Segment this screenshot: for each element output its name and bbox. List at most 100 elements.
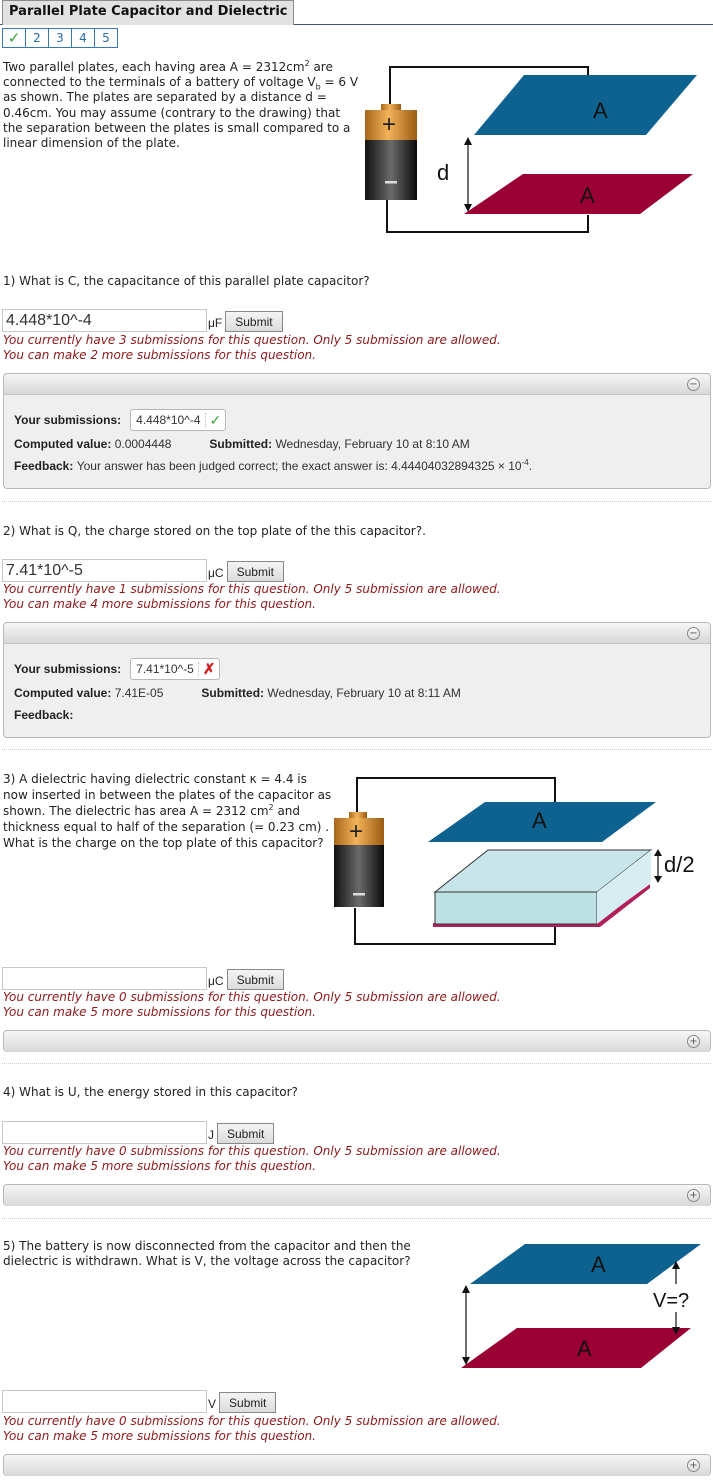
submission-value: 4.448*10^-4 bbox=[136, 413, 201, 427]
question-4-submission-count: You currently have 0 submissions for thi… bbox=[3, 1144, 501, 1158]
thickness-label: d/2 bbox=[664, 852, 695, 877]
part-1-check-icon[interactable]: ✓ bbox=[2, 28, 26, 48]
question-2-submission-panel: − Your submissions: 7.41*10^-5 ✗ Computed… bbox=[3, 622, 711, 738]
panel-header[interactable]: + bbox=[4, 1185, 710, 1206]
collapse-icon[interactable]: − bbox=[687, 627, 700, 640]
submitted-timestamp: Wednesday, February 10 at 8:10 AM bbox=[275, 437, 470, 451]
feedback-label: Feedback: bbox=[14, 708, 74, 722]
question-1-submission-count: You currently have 3 submissions for thi… bbox=[3, 333, 501, 347]
section-divider bbox=[2, 1218, 711, 1219]
question-3-submit-button[interactable]: Submit bbox=[226, 969, 284, 990]
section-divider bbox=[2, 749, 711, 750]
question-5-submit-button[interactable]: Submit bbox=[219, 1392, 277, 1413]
question-4-submission-panel: + bbox=[3, 1184, 711, 1206]
problem-title-tab[interactable]: Parallel Plate Capacitor and Dielectric bbox=[2, 0, 295, 25]
plus-label: + bbox=[382, 111, 396, 138]
cross-icon: ✗ bbox=[202, 661, 216, 678]
minus-icon bbox=[353, 893, 365, 896]
your-submissions-label: Your submissions: bbox=[14, 413, 122, 427]
panel-header[interactable]: − bbox=[4, 623, 710, 644]
question-4-remaining-submissions: You can make 5 more submissions for this… bbox=[3, 1159, 316, 1173]
part-5-tab[interactable]: 5 bbox=[94, 28, 118, 48]
panel-header[interactable]: + bbox=[4, 1031, 710, 1052]
computed-value-label: Computed value: bbox=[14, 686, 112, 700]
your-submissions-label: Your submissions: bbox=[14, 662, 122, 676]
capacitor-battery-diagram: + A A d bbox=[365, 66, 697, 233]
part-3-tab[interactable]: 3 bbox=[48, 28, 72, 48]
battery-body bbox=[334, 845, 384, 907]
arrow-head-up bbox=[464, 137, 472, 145]
question-1-answer-input[interactable] bbox=[2, 309, 207, 332]
minus-icon bbox=[385, 181, 397, 184]
question-5-unit: V bbox=[208, 1397, 217, 1411]
battery-cap bbox=[381, 104, 401, 110]
arrow-head-up bbox=[462, 1285, 470, 1293]
question-1-unit: μF bbox=[208, 316, 223, 330]
voltage-capacitor-diagram: A A d V=? bbox=[461, 1244, 701, 1368]
question-5-submission-count: You currently have 0 submissions for thi… bbox=[3, 1414, 501, 1428]
bottom-plate-label: A bbox=[577, 1336, 592, 1361]
panel-header[interactable]: − bbox=[4, 374, 710, 395]
expand-icon[interactable]: + bbox=[687, 1035, 700, 1048]
question-5-answer-row: V Submit bbox=[2, 1390, 277, 1413]
bottom-plate bbox=[461, 1328, 691, 1368]
section-divider bbox=[2, 501, 711, 502]
part-navigation: ✓ 2 3 4 5 bbox=[2, 28, 118, 48]
question-1-remaining-submissions: You can make 2 more submissions for this… bbox=[3, 348, 316, 362]
question-2-submit-button[interactable]: Submit bbox=[226, 561, 284, 582]
part-4-tab[interactable]: 4 bbox=[71, 28, 95, 48]
computed-value-label: Computed value: bbox=[14, 437, 112, 451]
question-3-unit: μC bbox=[208, 974, 224, 988]
top-plate-label: A bbox=[593, 98, 608, 123]
question-4-answer-input[interactable] bbox=[2, 1121, 207, 1144]
question-4-submit-button[interactable]: Submit bbox=[217, 1123, 275, 1144]
question-2-answer-row: μC Submit bbox=[2, 559, 284, 582]
problem-statement: Two parallel plates, each having area A … bbox=[3, 60, 359, 151]
arrow-head-down bbox=[654, 876, 662, 883]
question-1-submit-button[interactable]: Submit bbox=[225, 311, 283, 332]
panel-header[interactable]: + bbox=[4, 1455, 710, 1476]
question-2-unit: μC bbox=[208, 566, 224, 580]
top-plate-label: A bbox=[591, 1252, 606, 1277]
question-3-remaining-submissions: You can make 5 more submissions for this… bbox=[3, 1005, 316, 1019]
top-plate bbox=[474, 75, 697, 135]
submitted-timestamp: Wednesday, February 10 at 8:11 AM bbox=[267, 686, 461, 700]
dielectric-capacitor-diagram: + A d/2 bbox=[334, 777, 695, 945]
question-2-prompt: 2) What is Q, the charge stored on the t… bbox=[3, 524, 426, 538]
collapse-icon[interactable]: − bbox=[687, 378, 700, 391]
feedback-end: . bbox=[528, 459, 533, 473]
question-2-submission-count: You currently have 1 submissions for thi… bbox=[3, 582, 501, 596]
check-icon: ✓ bbox=[209, 411, 222, 428]
feedback-label: Feedback: bbox=[14, 459, 74, 473]
question-4-prompt: 4) What is U, the energy stored in this … bbox=[3, 1085, 298, 1099]
dielectric-front bbox=[434, 891, 598, 925]
top-plate bbox=[470, 1244, 701, 1284]
submission-value: 7.41*10^-5 bbox=[136, 662, 194, 676]
bottom-plate-label: A bbox=[580, 183, 595, 208]
question-5-submission-panel: + bbox=[3, 1454, 711, 1476]
submission-chip: 4.448*10^-4 ✓ bbox=[130, 409, 227, 431]
question-2-answer-input[interactable] bbox=[2, 559, 207, 582]
question-3-answer-row: μC Submit bbox=[2, 967, 284, 990]
question-3-submission-count: You currently have 0 submissions for thi… bbox=[3, 990, 501, 1004]
submission-chip: 7.41*10^-5 ✗ bbox=[130, 658, 221, 680]
arrow-head-up bbox=[654, 849, 662, 856]
question-1-prompt: 1) What is C, the capacitance of this pa… bbox=[3, 274, 370, 288]
voltage-label: V=? bbox=[653, 1290, 689, 1312]
plus-label: + bbox=[349, 818, 363, 845]
question-5-answer-input[interactable] bbox=[2, 1390, 207, 1413]
expand-icon[interactable]: + bbox=[687, 1189, 700, 1202]
top-plate-label: A bbox=[532, 808, 547, 833]
feedback-exponent: -4 bbox=[521, 458, 529, 467]
question-5-remaining-submissions: You can make 5 more submissions for this… bbox=[3, 1429, 316, 1443]
question-1-submission-panel: − Your submissions: 4.448*10^-4 ✓ Compute… bbox=[3, 373, 711, 489]
feedback-text: Your answer has been judged correct; the… bbox=[77, 458, 533, 474]
distance-label: d bbox=[437, 160, 449, 185]
question-3-prompt: 3) A dielectric having dielectric consta… bbox=[3, 771, 333, 851]
part-2-tab[interactable]: 2 bbox=[25, 28, 49, 48]
expand-icon[interactable]: + bbox=[687, 1459, 700, 1472]
question-4-unit: J bbox=[208, 1128, 214, 1142]
submitted-label: Submitted: bbox=[201, 686, 265, 700]
question-3-submission-panel: + bbox=[3, 1030, 711, 1052]
question-3-answer-input[interactable] bbox=[2, 967, 207, 990]
